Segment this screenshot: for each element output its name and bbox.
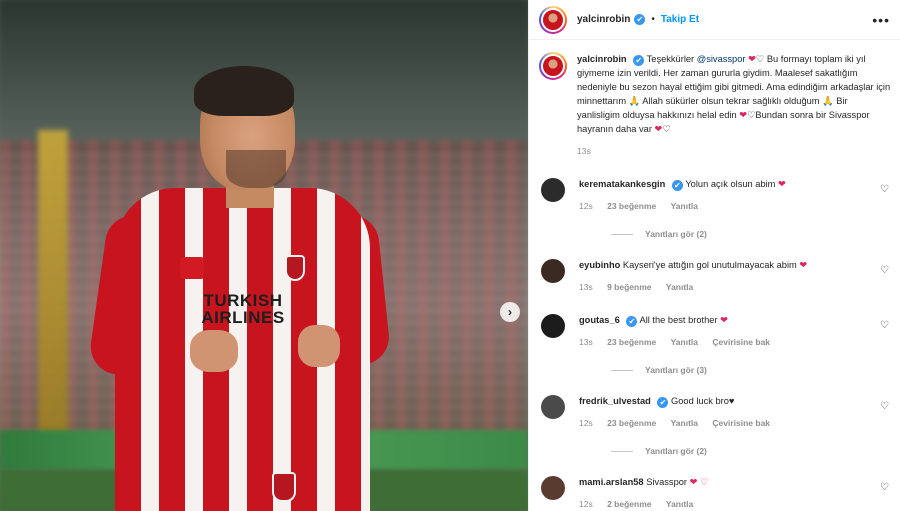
separator-dot: •	[651, 14, 655, 25]
comment-item: goutas_6 ✔ All the best brother ❤ 13s 23…	[539, 314, 891, 375]
caption-time: 13s	[577, 146, 591, 156]
author-avatar[interactable]	[539, 5, 567, 34]
view-replies-button[interactable]: Yanıtları gör (3)	[611, 365, 891, 375]
commenter-username[interactable]: fredrik_ulvestad	[579, 396, 651, 406]
comment-item: mami.arslan58 Sivasspor ❤ ♡ 12s 2 beğenm…	[539, 476, 891, 511]
heart-emoji-icon: ❤	[739, 110, 748, 120]
club-crest	[285, 255, 305, 281]
heart-outline-icon[interactable]: ♡	[880, 482, 889, 493]
heart-outline-icon[interactable]: ♡	[880, 401, 889, 412]
comment-text: Kayseri'ye attığın gol unutulmayacak abi…	[622, 260, 797, 270]
white-heart-emoji-icon: ♡	[755, 54, 765, 64]
heart-emoji-icon: ❤ ♡	[689, 477, 709, 487]
comment-meta: 13s 23 beğenme Yanıtla Çevirisine bak	[579, 336, 869, 349]
comment-item: kerematakankesgin ✔ Yolun açık olsun abi…	[539, 178, 891, 239]
comment-row: fredrik_ulvestad ✔ Good luck bro♥ 12s 23…	[539, 395, 891, 430]
comment-row: mami.arslan58 Sivasspor ❤ ♡ 12s 2 beğenm…	[539, 476, 891, 511]
follow-button[interactable]: Takip Et	[661, 14, 699, 25]
more-options-icon[interactable]: •••	[872, 12, 890, 28]
player-left-fist	[190, 330, 238, 372]
heart-outline-icon[interactable]: ♡	[880, 320, 889, 331]
comment-meta: 12s 23 beğenme Yanıtla Çevirisine bak	[579, 417, 869, 430]
comment-row: goutas_6 ✔ All the best brother ❤ 13s 23…	[539, 314, 891, 349]
post-header: yalcinrobin ✔ • Takip Et •••	[529, 0, 900, 40]
instagram-post-modal: TURKISH AIRLINES › yalcinrobin ✔ • Takip…	[0, 0, 900, 511]
heart-outline-icon[interactable]: ♡	[880, 265, 889, 276]
verified-badge-icon: ✔	[633, 55, 645, 66]
commenter-username[interactable]: kerematakankesgin	[579, 179, 665, 189]
comment-meta: 13s 9 beğenme Yanıtla	[579, 281, 869, 294]
comment-row: eyubinho Kayseri'ye attığın gol unutulma…	[539, 259, 891, 294]
reply-button[interactable]: Yanıtla	[671, 201, 698, 211]
comment-time: 13s	[579, 337, 593, 347]
commenter-username[interactable]: goutas_6	[579, 315, 620, 325]
commenter-avatar[interactable]	[541, 314, 565, 338]
commenter-avatar[interactable]	[541, 395, 565, 419]
comment-time: 12s	[579, 418, 593, 428]
see-translation-button[interactable]: Çevirisine bak	[712, 418, 770, 428]
post-side-panel: yalcinrobin ✔ • Takip Et ••• yalcinrobin…	[528, 0, 900, 511]
comment-row: kerematakankesgin ✔ Yolun açık olsun abi…	[539, 178, 891, 213]
comment-item: eyubinho Kayseri'ye attığın gol unutulma…	[539, 259, 891, 294]
next-image-button[interactable]: ›	[500, 302, 520, 322]
comments-scroll-area[interactable]: yalcinrobin ✔ Teşekkürler @sivasspor ❤♡ …	[529, 40, 900, 511]
player-hair	[194, 66, 294, 116]
verified-badge-icon: ✔	[657, 397, 669, 408]
commenter-username[interactable]: mami.arslan58	[579, 477, 644, 487]
commenter-avatar[interactable]	[541, 259, 565, 283]
comment-time: 13s	[579, 282, 593, 292]
caption-avatar[interactable]	[539, 52, 567, 80]
verified-badge-icon: ✔	[634, 14, 646, 25]
chevron-right-icon: ›	[508, 305, 512, 319]
caption-text-a: Teşekkürler	[646, 54, 695, 64]
reply-button[interactable]: Yanıtla	[666, 499, 693, 509]
heart-emoji-icon: ❤	[720, 315, 728, 325]
see-translation-button[interactable]: Çevirisine bak	[712, 337, 770, 347]
commenter-avatar[interactable]	[541, 178, 565, 202]
verified-badge-icon: ✔	[626, 316, 638, 327]
comments-list: kerematakankesgin ✔ Yolun açık olsun abi…	[539, 178, 891, 511]
author-username[interactable]: yalcinrobin	[577, 14, 630, 25]
reply-button[interactable]: Yanıtla	[671, 418, 698, 428]
caption-username[interactable]: yalcinrobin	[577, 54, 627, 64]
reply-button[interactable]: Yanıtla	[671, 337, 698, 347]
heart-emoji-icon: ❤	[748, 54, 756, 64]
heart-outline-icon[interactable]: ♡	[880, 184, 889, 195]
verified-badge-icon: ✔	[671, 180, 683, 191]
comment-likes[interactable]: 23 beğenme	[607, 201, 656, 211]
comment-likes[interactable]: 9 beğenme	[607, 282, 651, 292]
turkey-flag-patch	[180, 257, 204, 279]
stadium-pillar	[38, 130, 68, 450]
post-photo: TURKISH AIRLINES ›	[0, 0, 528, 511]
view-replies-button[interactable]: Yanıtları gör (2)	[611, 229, 891, 239]
comment-text: Good luck bro♥	[671, 396, 735, 406]
comment-likes[interactable]: 23 beğenme	[607, 418, 656, 428]
comment-likes[interactable]: 2 beğenme	[607, 499, 651, 509]
comment-meta: 12s 23 beğenme Yanıtla	[579, 200, 869, 213]
commenter-avatar[interactable]	[541, 476, 565, 500]
comment-text: Sivasspor	[646, 477, 688, 487]
reply-button[interactable]: Yanıtla	[666, 282, 693, 292]
comment-item: fredrik_ulvestad ✔ Good luck bro♥ 12s 23…	[539, 395, 891, 456]
comment-likes[interactable]: 23 beğenme	[607, 337, 656, 347]
heart-emoji-icon: ❤	[778, 179, 786, 189]
player-beard	[226, 150, 286, 188]
white-heart-emoji-icon: ♡	[662, 124, 671, 134]
comment-text: All the best brother	[639, 315, 718, 325]
jersey-sponsor-text: TURKISH AIRLINES	[201, 291, 285, 327]
comment-time: 12s	[579, 499, 593, 509]
commenter-username[interactable]: eyubinho	[579, 260, 620, 270]
comment-text: Yolun açık olsun abim	[685, 179, 776, 189]
shorts-crest	[272, 472, 296, 502]
player-right-fist	[298, 325, 340, 367]
heart-emoji-icon: ❤	[799, 260, 808, 270]
caption-mention-link[interactable]: @sivasspor	[697, 54, 746, 64]
view-replies-button[interactable]: Yanıtları gör (2)	[611, 446, 891, 456]
post-caption: yalcinrobin ✔ Teşekkürler @sivasspor ❤♡ …	[539, 52, 891, 158]
comment-time: 12s	[579, 201, 593, 211]
comment-meta: 12s 2 beğenme Yanıtla	[579, 498, 869, 511]
